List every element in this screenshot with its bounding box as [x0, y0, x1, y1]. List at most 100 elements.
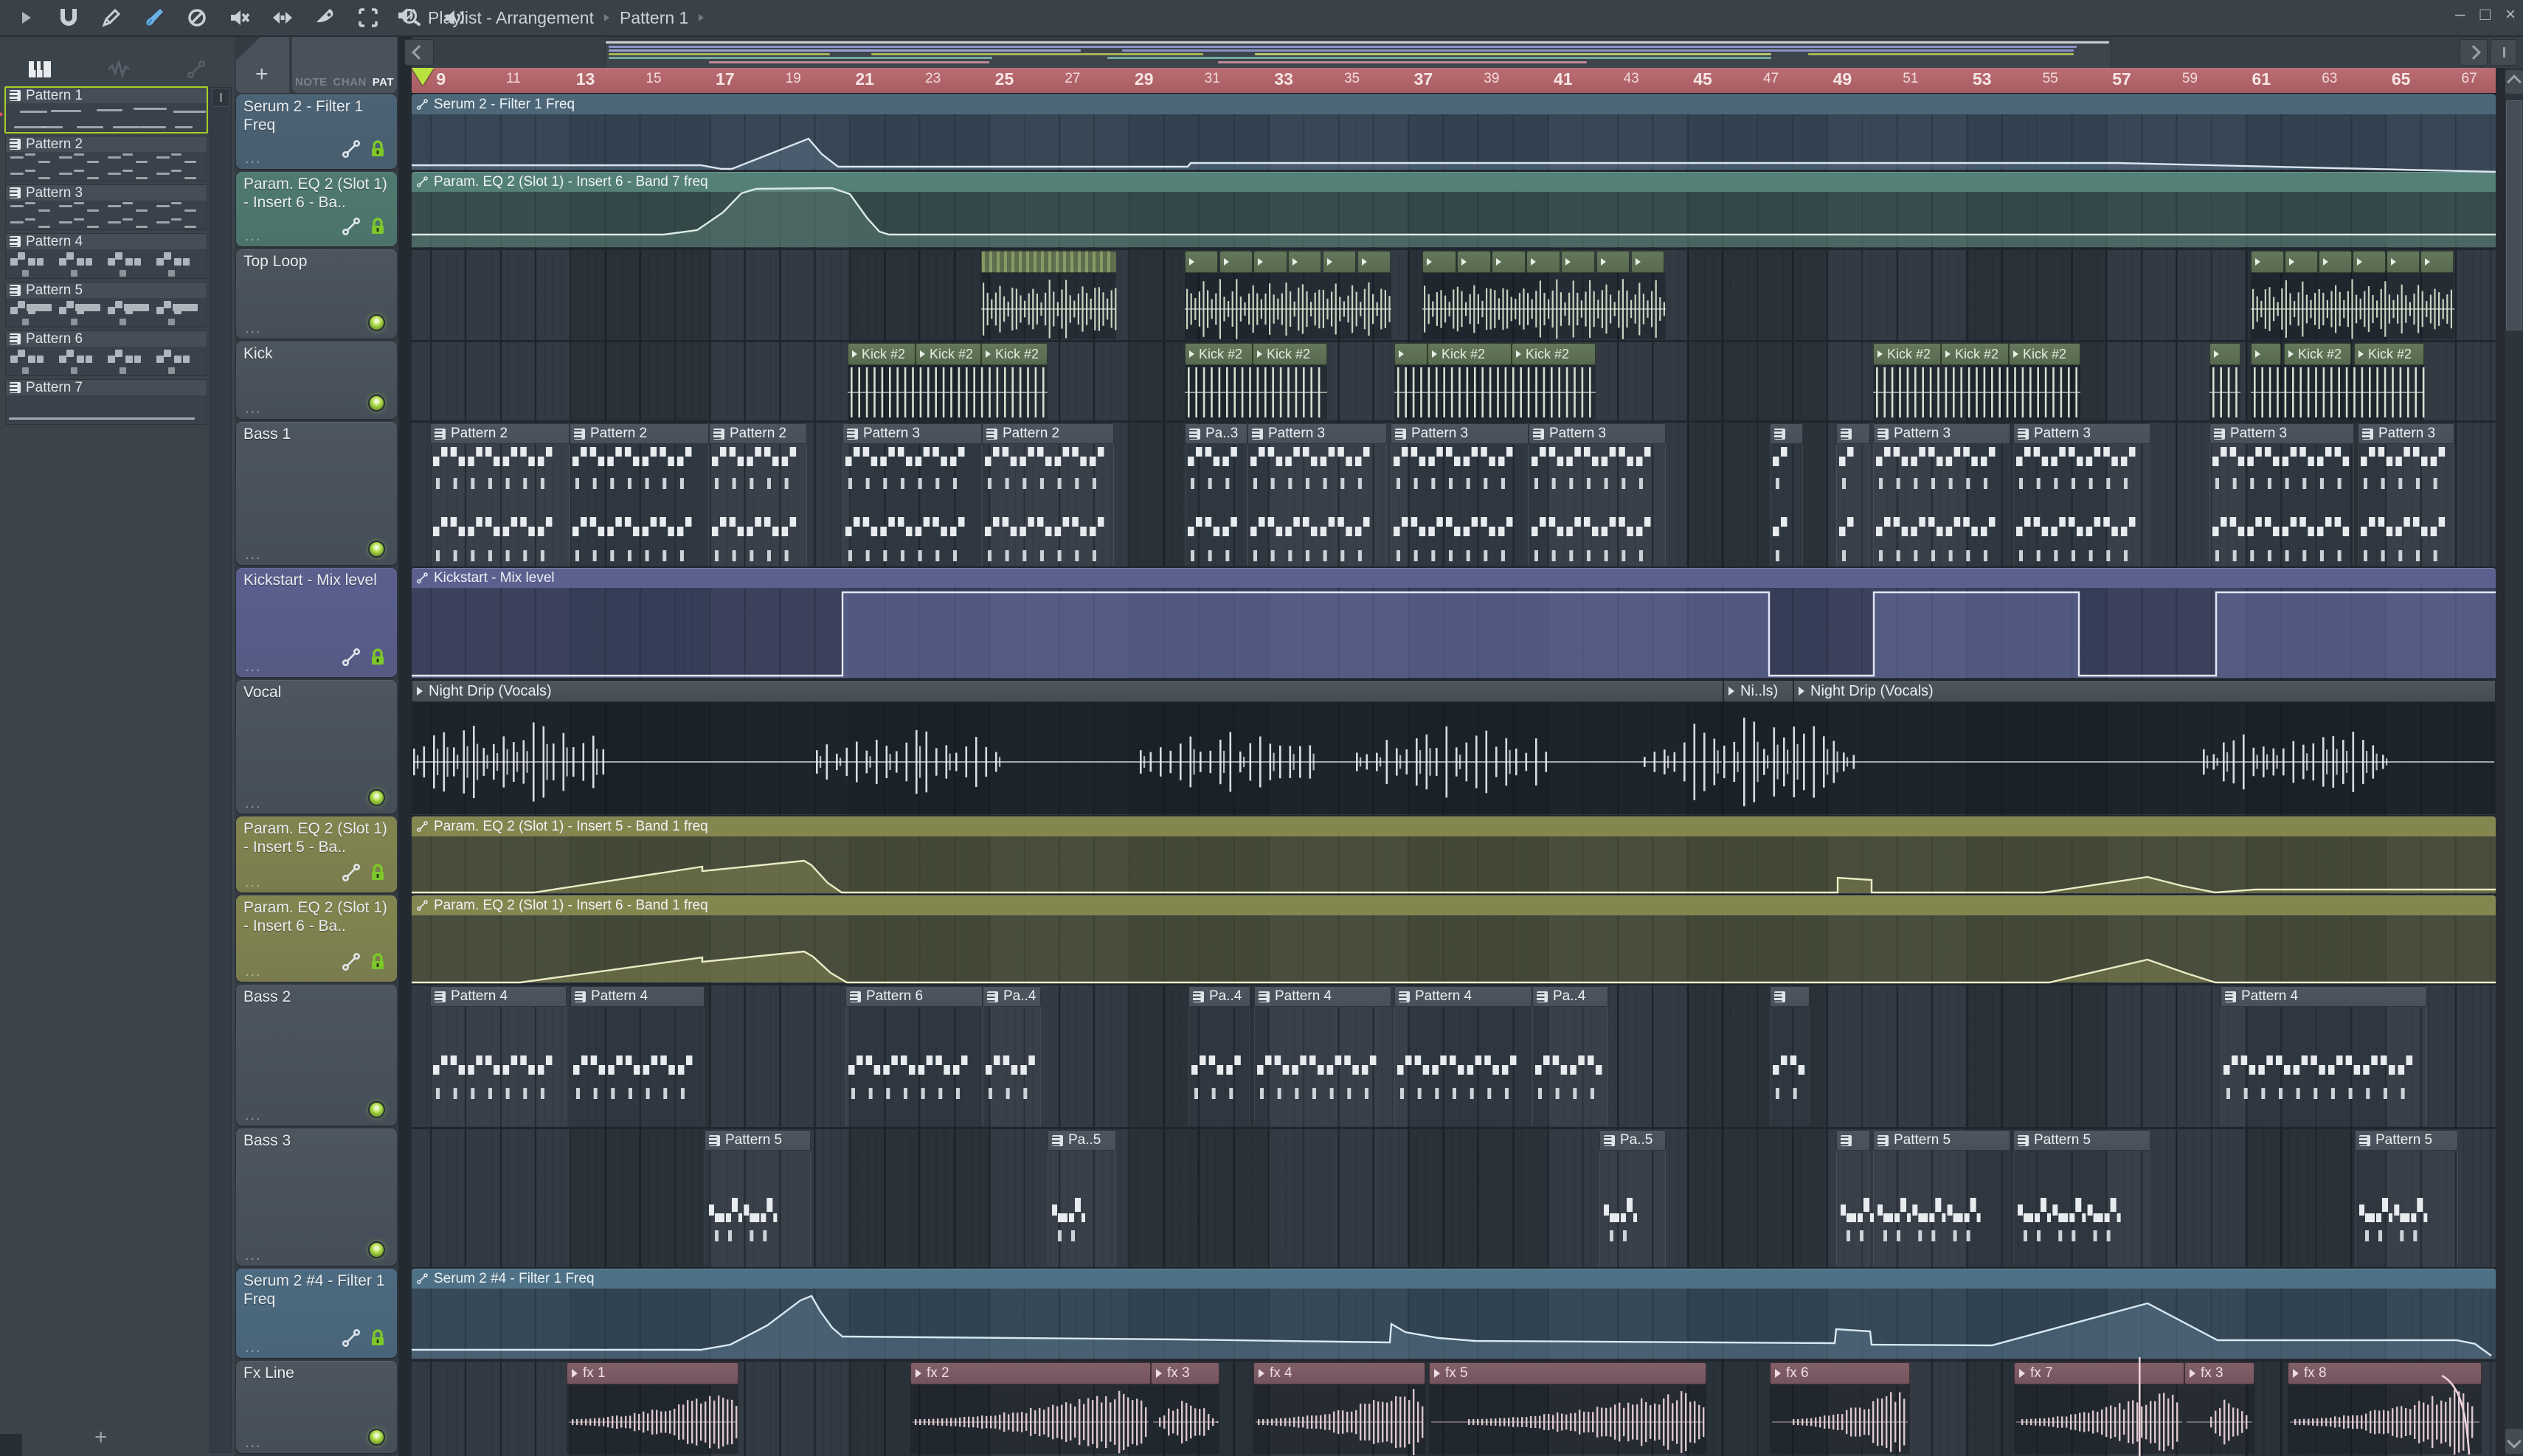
- audio-clip[interactable]: [1596, 251, 1630, 273]
- track-options-dots[interactable]: ...: [245, 963, 262, 980]
- automation-clip-param-eq-2-insert-5-band-1[interactable]: Param. EQ 2 (Slot 1) - Insert 5 - Band 1…: [412, 817, 2496, 836]
- pattern-clip-pattern-3[interactable]: Pattern 3: [1247, 423, 1387, 444]
- timeline-ruler[interactable]: 9 11 13 15 17 19 21 23 25 27 29 31 33 35 37 39 41 43 45 47 4…: [412, 68, 2501, 94]
- scroll-down-button[interactable]: [2505, 1428, 2523, 1455]
- audio-clip-body[interactable]: [1185, 273, 1391, 339]
- fx-clip-body[interactable]: [2288, 1384, 2482, 1454]
- pattern-clip-pattern-3[interactable]: Pattern 3: [2209, 423, 2354, 444]
- audio-clip[interactable]: [2251, 251, 2284, 273]
- track-header-param-eq-2-insert-5-band-1[interactable]: Param. EQ 2 (Slot 1) - Insert 5 - Ba....…: [236, 817, 397, 892]
- pattern-clip-region[interactable]: [845, 986, 983, 1126]
- track-mute-led[interactable]: [368, 1429, 385, 1446]
- audio-clip[interactable]: [1422, 251, 1456, 273]
- automation-clip-serum-2-filter-1-freq[interactable]: Serum 2 - Filter 1 Freq: [412, 94, 2496, 114]
- lock-icon[interactable]: [369, 952, 387, 975]
- vocal-clip-night-drip[interactable]: Night Drip (Vocals): [412, 680, 1723, 702]
- track-mute-led[interactable]: [368, 314, 385, 331]
- pattern-clip[interactable]: [1770, 986, 1810, 1007]
- track-options-dots[interactable]: ...: [245, 1247, 262, 1264]
- playhead-marker[interactable]: [412, 68, 434, 86]
- fx-clip-body[interactable]: [1151, 1384, 1219, 1454]
- audio-clip[interactable]: [2353, 251, 2386, 273]
- audio-clip-kick-2[interactable]: Kick #2: [2354, 343, 2424, 365]
- audio-clip[interactable]: [1457, 251, 1491, 273]
- audio-clip[interactable]: [1219, 251, 1253, 273]
- audio-clip-body[interactable]: [2209, 365, 2240, 420]
- pattern-clip[interactable]: [1836, 423, 1870, 444]
- maximize-button[interactable]: □: [2479, 4, 2491, 25]
- pattern-clip-pattern-2[interactable]: Pattern 2: [709, 423, 807, 444]
- pattern-clip-region[interactable]: [1188, 986, 1250, 1126]
- fx-clip-fx-3[interactable]: fx 3: [2184, 1362, 2254, 1384]
- automation-clip-kickstart-mix-level[interactable]: Kickstart - Mix level: [412, 568, 2496, 588]
- pattern-clip[interactable]: [1836, 1130, 1870, 1151]
- pattern-clip-pattern-4[interactable]: Pattern 4: [430, 986, 567, 1007]
- pattern-clip-pattern-5[interactable]: Pattern 5: [1873, 1130, 2010, 1151]
- pattern-panel-tab-wave-icon[interactable]: [107, 58, 130, 82]
- track-header-bass-3[interactable]: Bass 3...: [236, 1129, 397, 1266]
- scroll-up-button[interactable]: [2505, 69, 2523, 94]
- track-options-dots[interactable]: ...: [245, 1435, 262, 1452]
- track-header-fx-line[interactable]: Fx Line...: [236, 1361, 397, 1453]
- select-icon[interactable]: [356, 5, 381, 30]
- pattern-clip-region[interactable]: [709, 423, 807, 566]
- audio-clip[interactable]: [981, 251, 1116, 273]
- fx-clip-fx-8[interactable]: fx 8: [2288, 1362, 2482, 1384]
- audio-clip[interactable]: [1322, 251, 1356, 273]
- track-header-param-eq-2-insert-6-band-7[interactable]: Param. EQ 2 (Slot 1) - Insert 6 - Ba....…: [236, 172, 397, 246]
- track-options-dots[interactable]: ...: [245, 795, 262, 812]
- fx-clip-fx-4[interactable]: fx 4: [1253, 1362, 1425, 1384]
- vocal-clip-body[interactable]: [1723, 702, 1793, 814]
- pattern-clip-region[interactable]: [1529, 423, 1666, 566]
- pattern-clip-region[interactable]: [1394, 986, 1532, 1126]
- tab-pat[interactable]: PAT: [373, 76, 394, 89]
- pattern-clip-region[interactable]: [1770, 423, 1803, 566]
- mute-icon[interactable]: [227, 5, 252, 30]
- pattern-clip-pa-4[interactable]: Pa..4: [983, 986, 1041, 1007]
- track-header-serum-2-4-filter-1-freq[interactable]: Serum 2 #4 - Filter 1 Freq...: [236, 1269, 397, 1358]
- pattern-clip-pattern-2[interactable]: Pattern 2: [570, 423, 709, 444]
- audio-clip[interactable]: [1630, 251, 1665, 273]
- fx-clip-fx-7[interactable]: fx 7: [2014, 1362, 2184, 1384]
- track-options-dots[interactable]: ...: [245, 874, 262, 891]
- audio-clip[interactable]: [2251, 343, 2281, 365]
- pattern-clip-region[interactable]: [2013, 423, 2150, 566]
- pattern-clip-pattern-3[interactable]: Pattern 3: [842, 423, 982, 444]
- lock-icon[interactable]: [369, 217, 387, 240]
- automation-clip-param-eq-2-insert-6-band-1[interactable]: Param. EQ 2 (Slot 1) - Insert 6 - Band 1…: [412, 895, 2496, 915]
- audio-clip-body[interactable]: [1394, 365, 1596, 420]
- audio-clip-kick-2[interactable]: Kick #2: [1427, 343, 1512, 365]
- track-mute-led[interactable]: [368, 1101, 385, 1118]
- audio-clip[interactable]: [2420, 251, 2454, 273]
- add-pattern-button[interactable]: +: [94, 1425, 108, 1450]
- fx-clip-fx-5[interactable]: fx 5: [1429, 1362, 1706, 1384]
- pattern-clip-region[interactable]: [982, 423, 1114, 566]
- pattern-clip-pa-3[interactable]: Pa..3: [1185, 423, 1247, 444]
- lock-icon[interactable]: [369, 648, 387, 670]
- vocal-clip-night-drip[interactable]: Night Drip (Vocals): [1793, 680, 2496, 702]
- automation-clip-body-serum-2-filter-1-freq[interactable]: [412, 114, 2496, 170]
- pattern-clip-pattern-4[interactable]: Pattern 4: [570, 986, 705, 1007]
- pattern-clip-pattern-4[interactable]: Pattern 4: [1394, 986, 1532, 1007]
- audio-clip-kick-2[interactable]: Kick #2: [981, 343, 1048, 365]
- audio-clip[interactable]: [2319, 251, 2352, 273]
- fx-clip-fx-2[interactable]: fx 2: [910, 1362, 1151, 1384]
- audio-clip-body[interactable]: [848, 365, 1048, 420]
- playlist-vertical-scrollbar[interactable]: [2504, 68, 2523, 1456]
- minimize-button[interactable]: –: [2455, 4, 2465, 25]
- pattern-clip-region[interactable]: [570, 423, 709, 566]
- audio-clip[interactable]: [1492, 251, 1526, 273]
- pattern-clip-pattern-5[interactable]: Pattern 5: [2355, 1130, 2458, 1151]
- pattern-clip-pattern-6[interactable]: Pattern 6: [845, 986, 983, 1007]
- track-header-kick[interactable]: Kick...: [236, 342, 397, 419]
- audio-clip-kick-2[interactable]: Kick #2: [1253, 343, 1327, 365]
- vocal-clip-night-drip[interactable]: Ni..ls): [1723, 680, 1793, 702]
- track-mute-led[interactable]: [368, 1241, 385, 1258]
- pattern-clip-region[interactable]: [1770, 986, 1810, 1126]
- track-options-dots[interactable]: ...: [245, 1339, 262, 1356]
- audio-clip-kick-2[interactable]: Kick #2: [1941, 343, 2009, 365]
- lock-icon[interactable]: [369, 139, 387, 162]
- magnet-icon[interactable]: [56, 5, 81, 30]
- audio-clip-kick-2[interactable]: Kick #2: [2009, 343, 2080, 365]
- automation-clip-param-eq-2-insert-6-band-7[interactable]: Param. EQ 2 (Slot 1) - Insert 6 - Band 7…: [412, 172, 2496, 192]
